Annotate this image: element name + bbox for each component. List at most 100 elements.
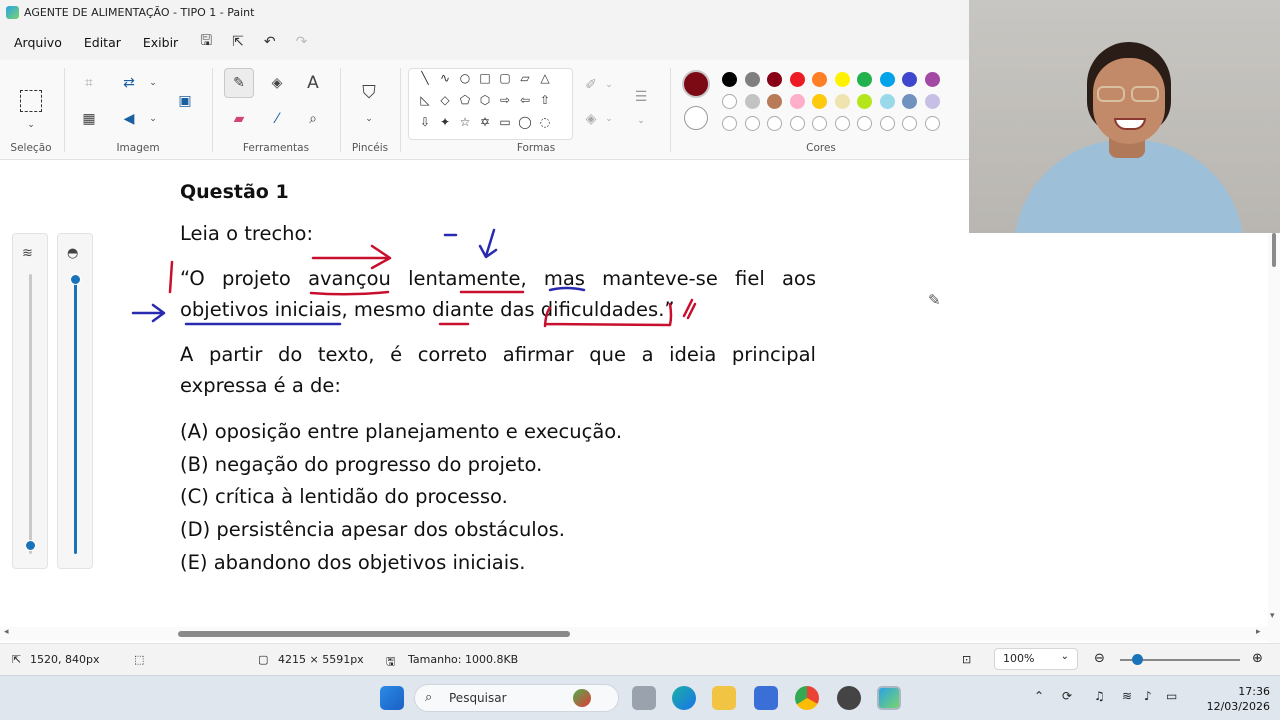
scroll-left-arrow-icon[interactable]: ◂ [4, 627, 9, 637]
color-swatch[interactable] [722, 94, 737, 109]
battery-icon[interactable]: ▭ [1166, 689, 1177, 703]
image-remove-background-icon[interactable]: ▣ [174, 90, 196, 112]
diamond-shape-icon[interactable]: ◇ [437, 93, 453, 107]
left-arrow-shape-icon[interactable]: ⇦ [517, 93, 533, 107]
custom-color-slot[interactable] [812, 116, 827, 131]
chevron-down-icon[interactable]: ⌄ [598, 74, 620, 96]
custom-color-slot[interactable] [857, 116, 872, 131]
slider-thumb[interactable] [70, 274, 81, 285]
callout-rect-shape-icon[interactable]: ▭ [497, 115, 513, 129]
volume-icon[interactable]: ♪ [1144, 689, 1152, 703]
custom-color-slot[interactable] [722, 116, 737, 131]
polygon-shape-icon[interactable]: ▱ [517, 71, 533, 85]
color-swatch[interactable] [722, 72, 737, 87]
color-swatch[interactable] [744, 72, 760, 87]
slider-track[interactable] [29, 274, 32, 554]
microphone-icon[interactable]: ♫ [1094, 689, 1105, 703]
five-point-star-shape-icon[interactable]: ☆ [457, 115, 473, 129]
zoom-slider-thumb[interactable] [1132, 654, 1143, 665]
pentagon-shape-icon[interactable]: ⬠ [457, 93, 473, 107]
color-swatch[interactable] [767, 94, 782, 109]
edge-browser-icon[interactable] [672, 686, 696, 710]
undo-icon[interactable]: ↶ [264, 34, 276, 50]
taskbar-search[interactable]: ⌕ Pesquisar [414, 684, 619, 712]
menu-editar[interactable]: Editar [84, 35, 121, 50]
color-swatch[interactable] [857, 72, 872, 87]
hexagon-shape-icon[interactable]: ⬡ [477, 93, 493, 107]
color-swatch[interactable] [789, 72, 805, 87]
primary-color-swatch[interactable] [682, 70, 710, 98]
save-icon[interactable]: 🖫 [200, 30, 212, 54]
task-view-icon[interactable] [632, 686, 656, 710]
flip-icon[interactable]: ◀ [118, 108, 140, 130]
chevron-down-icon[interactable]: ⌄ [142, 108, 164, 130]
right-arrow-shape-icon[interactable]: ⇨ [497, 93, 513, 107]
color-swatch[interactable] [857, 94, 872, 109]
selection-tool-icon[interactable] [20, 90, 42, 112]
size-icon[interactable]: ☰ [630, 86, 652, 108]
horizontal-scroll-thumb[interactable] [178, 631, 570, 637]
custom-color-slot[interactable] [789, 116, 805, 131]
rounded-rectangle-shape-icon[interactable]: ▢ [497, 71, 513, 85]
share-icon[interactable]: ⇱ [232, 34, 244, 50]
color-swatch[interactable] [789, 94, 805, 109]
taskbar-clock[interactable]: 17:36 12/03/2026 [1200, 684, 1270, 714]
fill-bucket-icon[interactable]: ◈ [266, 72, 288, 94]
color-swatch[interactable] [812, 72, 827, 87]
scroll-down-arrow-icon[interactable]: ▾ [1270, 611, 1275, 621]
six-point-star-shape-icon[interactable]: ✡ [477, 115, 493, 129]
color-swatch[interactable] [902, 72, 917, 87]
color-swatch[interactable] [879, 94, 895, 109]
cloud-callout-shape-icon[interactable]: ◌ [537, 115, 553, 129]
crop-icon[interactable]: ⌗ [78, 72, 100, 94]
color-swatch[interactable] [834, 72, 850, 87]
brush-size-slider[interactable]: ≋ [12, 233, 48, 569]
triangle-shape-icon[interactable]: △ [537, 71, 553, 85]
color-swatch[interactable] [744, 94, 760, 109]
store-icon[interactable] [754, 686, 778, 710]
menu-exibir[interactable]: Exibir [143, 35, 178, 50]
start-icon[interactable] [380, 686, 404, 710]
color-swatch[interactable] [834, 94, 850, 109]
tray-sync-icon[interactable]: ⟳ [1062, 689, 1072, 703]
zoom-out-icon[interactable]: ⊖ [1094, 651, 1105, 666]
vertical-scrollbar[interactable]: ▾ [1268, 233, 1280, 643]
down-arrow-shape-icon[interactable]: ⇩ [417, 115, 433, 129]
custom-color-slot[interactable] [767, 116, 782, 131]
color-swatch[interactable] [812, 94, 827, 109]
right-triangle-shape-icon[interactable]: ◺ [417, 93, 433, 107]
magnifier-icon[interactable]: ⌕ [302, 108, 324, 130]
obs-icon[interactable] [837, 686, 861, 710]
opacity-slider[interactable]: ◓ [57, 233, 93, 569]
horizontal-scrollbar[interactable]: ◂ ▸ [0, 627, 1280, 641]
curve-shape-icon[interactable]: ∿ [437, 71, 453, 85]
chrome-icon[interactable] [795, 686, 819, 710]
color-swatch[interactable] [767, 72, 782, 87]
shapes-gallery[interactable]: ╲ ∿ ○ □ ▢ ▱ △ ◺ ◇ ⬠ ⬡ ⇨ ⇦ ⇧ ⇩ ✦ ☆ ✡ ▭ ◯ [408, 68, 573, 140]
custom-color-slot[interactable] [924, 116, 940, 131]
slider-track[interactable] [74, 274, 77, 554]
fit-to-window-icon[interactable]: ⊡ [962, 653, 971, 666]
rotate-icon[interactable]: ▦ [78, 108, 100, 130]
custom-color-slot[interactable] [744, 116, 760, 131]
vertical-scroll-thumb[interactable] [1272, 233, 1276, 267]
scroll-right-arrow-icon[interactable]: ▸ [1256, 627, 1261, 637]
slider-thumb[interactable] [25, 540, 36, 551]
redo-icon[interactable]: ↷ [296, 34, 308, 50]
color-swatch[interactable] [879, 72, 895, 87]
paint-taskbar-icon[interactable] [877, 686, 901, 710]
brush-icon[interactable]: ⛉ [358, 82, 380, 104]
color-picker-icon[interactable]: ⁄ [266, 108, 288, 130]
callout-oval-shape-icon[interactable]: ◯ [517, 115, 533, 129]
eraser-icon[interactable]: ▰ [228, 108, 250, 130]
custom-color-slot[interactable] [879, 116, 895, 131]
up-arrow-shape-icon[interactable]: ⇧ [537, 93, 553, 107]
zoom-in-icon[interactable]: ⊕ [1252, 651, 1263, 666]
color-swatch[interactable] [924, 94, 940, 109]
line-shape-icon[interactable]: ╲ [417, 71, 433, 85]
chevron-down-icon[interactable]: ⌄ [358, 108, 380, 130]
menu-arquivo[interactable]: Arquivo [14, 35, 62, 50]
resize-icon[interactable]: ⇄ [118, 72, 140, 94]
color-swatch[interactable] [902, 94, 917, 109]
secondary-color-swatch[interactable] [684, 106, 708, 130]
